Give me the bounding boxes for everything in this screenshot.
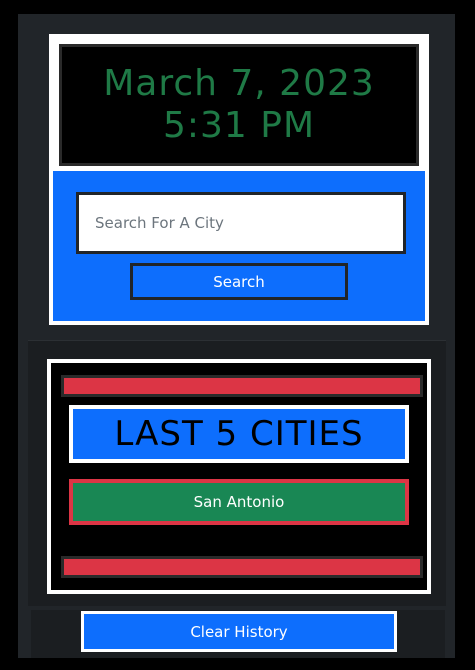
search-area: Search (53, 171, 425, 321)
history-city-button[interactable]: San Antonio (69, 479, 409, 525)
search-button[interactable]: Search (130, 263, 348, 300)
clock-search-card: March 7, 2023 5:31 PM Search (49, 34, 429, 325)
current-date: March 7, 2023 (103, 63, 375, 104)
current-time: 5:31 PM (162, 105, 316, 146)
city-search-input[interactable] (76, 192, 406, 254)
clock-display: March 7, 2023 5:31 PM (59, 44, 419, 166)
clear-history-button[interactable]: Clear History (81, 611, 397, 652)
history-card: LAST 5 CITIES San Antonio (47, 359, 431, 594)
history-title: LAST 5 CITIES (69, 405, 409, 463)
history-top-bar (61, 375, 423, 397)
history-bottom-bar (61, 556, 423, 578)
